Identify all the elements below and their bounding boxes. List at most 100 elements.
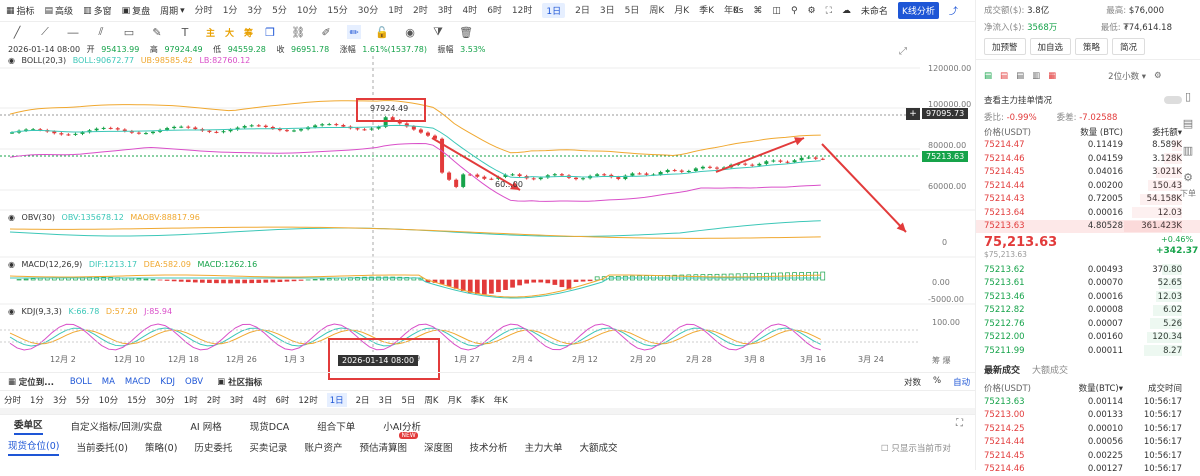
eye-icon[interactable]: ◉ bbox=[8, 56, 15, 65]
tag-zhu[interactable]: 主 bbox=[206, 26, 215, 39]
side-icon-2[interactable]: ▤ bbox=[1176, 117, 1200, 130]
order-tab-1[interactable]: 自定义指标/回测/实盘 bbox=[71, 419, 163, 433]
position-tab-7[interactable]: 深度图 bbox=[424, 440, 453, 454]
tab-big-trades[interactable]: 大额成交 bbox=[1032, 363, 1068, 376]
pencil-icon[interactable]: ✏ bbox=[347, 25, 361, 39]
percent-scale-button[interactable]: % bbox=[933, 376, 941, 388]
period-11[interactable]: 6时 bbox=[487, 3, 502, 18]
trash-icon[interactable]: 🗑 bbox=[459, 25, 473, 39]
eye-icon[interactable]: ◉ bbox=[8, 260, 15, 269]
period-15[interactable]: 3日 bbox=[600, 3, 615, 18]
position-tab-1[interactable]: 当前委托(0) bbox=[76, 440, 127, 454]
period-13[interactable]: 1日 bbox=[542, 3, 565, 18]
bottom-period-1[interactable]: 1分 bbox=[30, 394, 44, 406]
bottom-period-16[interactable]: 5日 bbox=[401, 394, 415, 406]
position-tab-3[interactable]: 历史委托 bbox=[194, 440, 232, 454]
order-tab-0[interactable]: 委单区 bbox=[14, 417, 43, 435]
asks-row[interactable]: 75214.440.00200150.43 bbox=[976, 179, 1200, 193]
period-4[interactable]: 10分 bbox=[297, 3, 317, 18]
camera-icon[interactable]: ⌘ bbox=[753, 6, 762, 16]
period-7[interactable]: 1时 bbox=[388, 3, 403, 18]
cloud-icon[interactable]: ☁ bbox=[842, 6, 851, 16]
bottom-period-12[interactable]: 12时 bbox=[298, 394, 317, 406]
orderbook-both-icon[interactable]: ▤ bbox=[984, 71, 992, 81]
tag-chou[interactable]: 筹 bbox=[244, 26, 253, 39]
order-tab-5[interactable]: 小AI分析 bbox=[383, 419, 421, 433]
kline-analysis-button[interactable]: K线分析 bbox=[898, 2, 939, 19]
bottom-period-17[interactable]: 周K bbox=[424, 394, 438, 406]
action-button-3[interactable]: 简况 bbox=[1112, 38, 1145, 55]
bottom-period-14[interactable]: 2日 bbox=[356, 394, 370, 406]
indicator-item-4[interactable]: OBV bbox=[185, 377, 203, 387]
position-tab-8[interactable]: 技术分析 bbox=[469, 440, 507, 454]
bottom-period-19[interactable]: 季K bbox=[471, 394, 485, 406]
horizontal-line-icon[interactable]: ― bbox=[66, 25, 80, 39]
period-6[interactable]: 30分 bbox=[358, 3, 378, 18]
period-12[interactable]: 12时 bbox=[512, 3, 532, 18]
asks-row[interactable]: 75213.640.0001612.03 bbox=[976, 206, 1200, 220]
eye-icon[interactable]: ◉ bbox=[8, 307, 15, 316]
bids-row[interactable]: 75213.460.0001612.03 bbox=[976, 290, 1200, 304]
bottom-period-7[interactable]: 1时 bbox=[184, 394, 198, 406]
locate-button[interactable]: 定位到... bbox=[19, 376, 54, 388]
orderbook-red-icon[interactable]: ▦ bbox=[1048, 71, 1056, 81]
eye-icon[interactable]: ◉ bbox=[403, 25, 417, 39]
order-tab-3[interactable]: 现货DCA bbox=[250, 419, 289, 433]
layers-icon[interactable]: ◫ bbox=[772, 6, 781, 16]
bids-row[interactable]: 75212.000.00160120.34 bbox=[976, 331, 1200, 345]
expand-icon[interactable]: ⤢ bbox=[899, 46, 907, 57]
tab-latest-trades[interactable]: 最新成交 bbox=[984, 363, 1020, 376]
fullscreen-icon[interactable]: ⛶ bbox=[826, 6, 832, 16]
settings-icon[interactable]: ⚙ bbox=[1154, 71, 1162, 81]
bottom-period-11[interactable]: 6时 bbox=[275, 394, 289, 406]
bottom-period-6[interactable]: 30分 bbox=[155, 394, 174, 406]
position-tab-10[interactable]: 大额成交 bbox=[580, 440, 618, 454]
channel-tool-icon[interactable]: ⫽ bbox=[94, 25, 108, 39]
filter-icon[interactable]: ⧩ bbox=[431, 25, 445, 39]
chart-area[interactable]: 2026-01-14 08:00 开 95413.99 高 97924.49 低… bbox=[0, 42, 975, 372]
period-19[interactable]: 季K bbox=[699, 3, 714, 18]
orderbook-asks-icon[interactable]: ▤ bbox=[1000, 71, 1008, 81]
decimals-select[interactable]: 2位小数 ▾ bbox=[1108, 70, 1146, 82]
replay-button[interactable]: ▣复盘 bbox=[122, 4, 151, 17]
asks-row[interactable]: 75214.450.040163.021K bbox=[976, 166, 1200, 180]
community-indicator-button[interactable]: 社区指标 bbox=[228, 376, 262, 388]
action-button-0[interactable]: 加预警 bbox=[984, 38, 1026, 55]
period-2[interactable]: 3分 bbox=[247, 3, 262, 18]
bottom-period-2[interactable]: 3分 bbox=[53, 394, 67, 406]
pin-icon[interactable]: ⚲ bbox=[791, 6, 798, 16]
bottom-period-9[interactable]: 3时 bbox=[230, 394, 244, 406]
pen-icon[interactable]: ✐ bbox=[319, 25, 333, 39]
bids-row[interactable]: 75213.620.00493370.80 bbox=[976, 263, 1200, 277]
kline-chart[interactable] bbox=[0, 42, 975, 372]
position-tab-4[interactable]: 买卖记录 bbox=[249, 440, 287, 454]
auto-scale-button[interactable]: 自动 bbox=[953, 376, 970, 388]
orderbook-chart-icon[interactable]: ▥ bbox=[1032, 71, 1040, 81]
period-8[interactable]: 2时 bbox=[413, 3, 428, 18]
indicator-item-1[interactable]: MA bbox=[102, 377, 115, 387]
asks-row[interactable]: 75213.634.80528361.423K bbox=[976, 220, 1200, 234]
action-button-1[interactable]: 加自选 bbox=[1030, 38, 1072, 55]
link-icon[interactable]: ⛓ bbox=[291, 25, 305, 39]
ray-tool-icon[interactable]: ⟋ bbox=[38, 25, 52, 39]
period-18[interactable]: 月K bbox=[674, 3, 689, 18]
line-tool-icon[interactable]: ╱ bbox=[10, 25, 24, 39]
bottom-period-0[interactable]: 分时 bbox=[4, 394, 21, 406]
bottom-period-15[interactable]: 3日 bbox=[379, 394, 393, 406]
bids-row[interactable]: 75212.820.000086.02 bbox=[976, 304, 1200, 318]
side-icon-1[interactable]: ▯ bbox=[1176, 90, 1200, 103]
period-dropdown[interactable]: 周期▾ bbox=[160, 4, 185, 17]
text-tool-icon[interactable]: T bbox=[178, 25, 192, 39]
bottom-period-20[interactable]: 年K bbox=[494, 394, 508, 406]
orderbook-bids-icon[interactable]: ▤ bbox=[1016, 71, 1024, 81]
copy-icon[interactable]: ❐ bbox=[263, 25, 277, 39]
rect-tool-icon[interactable]: ▭ bbox=[122, 25, 136, 39]
only-current-checkbox[interactable]: ☐ 只显示当前币对 bbox=[881, 442, 951, 454]
asks-row[interactable]: 75214.430.7200554.158K bbox=[976, 193, 1200, 207]
side-icon-3[interactable]: ▥ bbox=[1176, 144, 1200, 157]
order-tab-4[interactable]: 组合下单 bbox=[317, 419, 355, 433]
period-0[interactable]: 分时 bbox=[195, 3, 213, 18]
position-tab-9[interactable]: 主力大单 bbox=[525, 440, 563, 454]
bottom-period-10[interactable]: 4时 bbox=[253, 394, 267, 406]
bids-row[interactable]: 75211.990.000118.27 bbox=[976, 344, 1200, 358]
